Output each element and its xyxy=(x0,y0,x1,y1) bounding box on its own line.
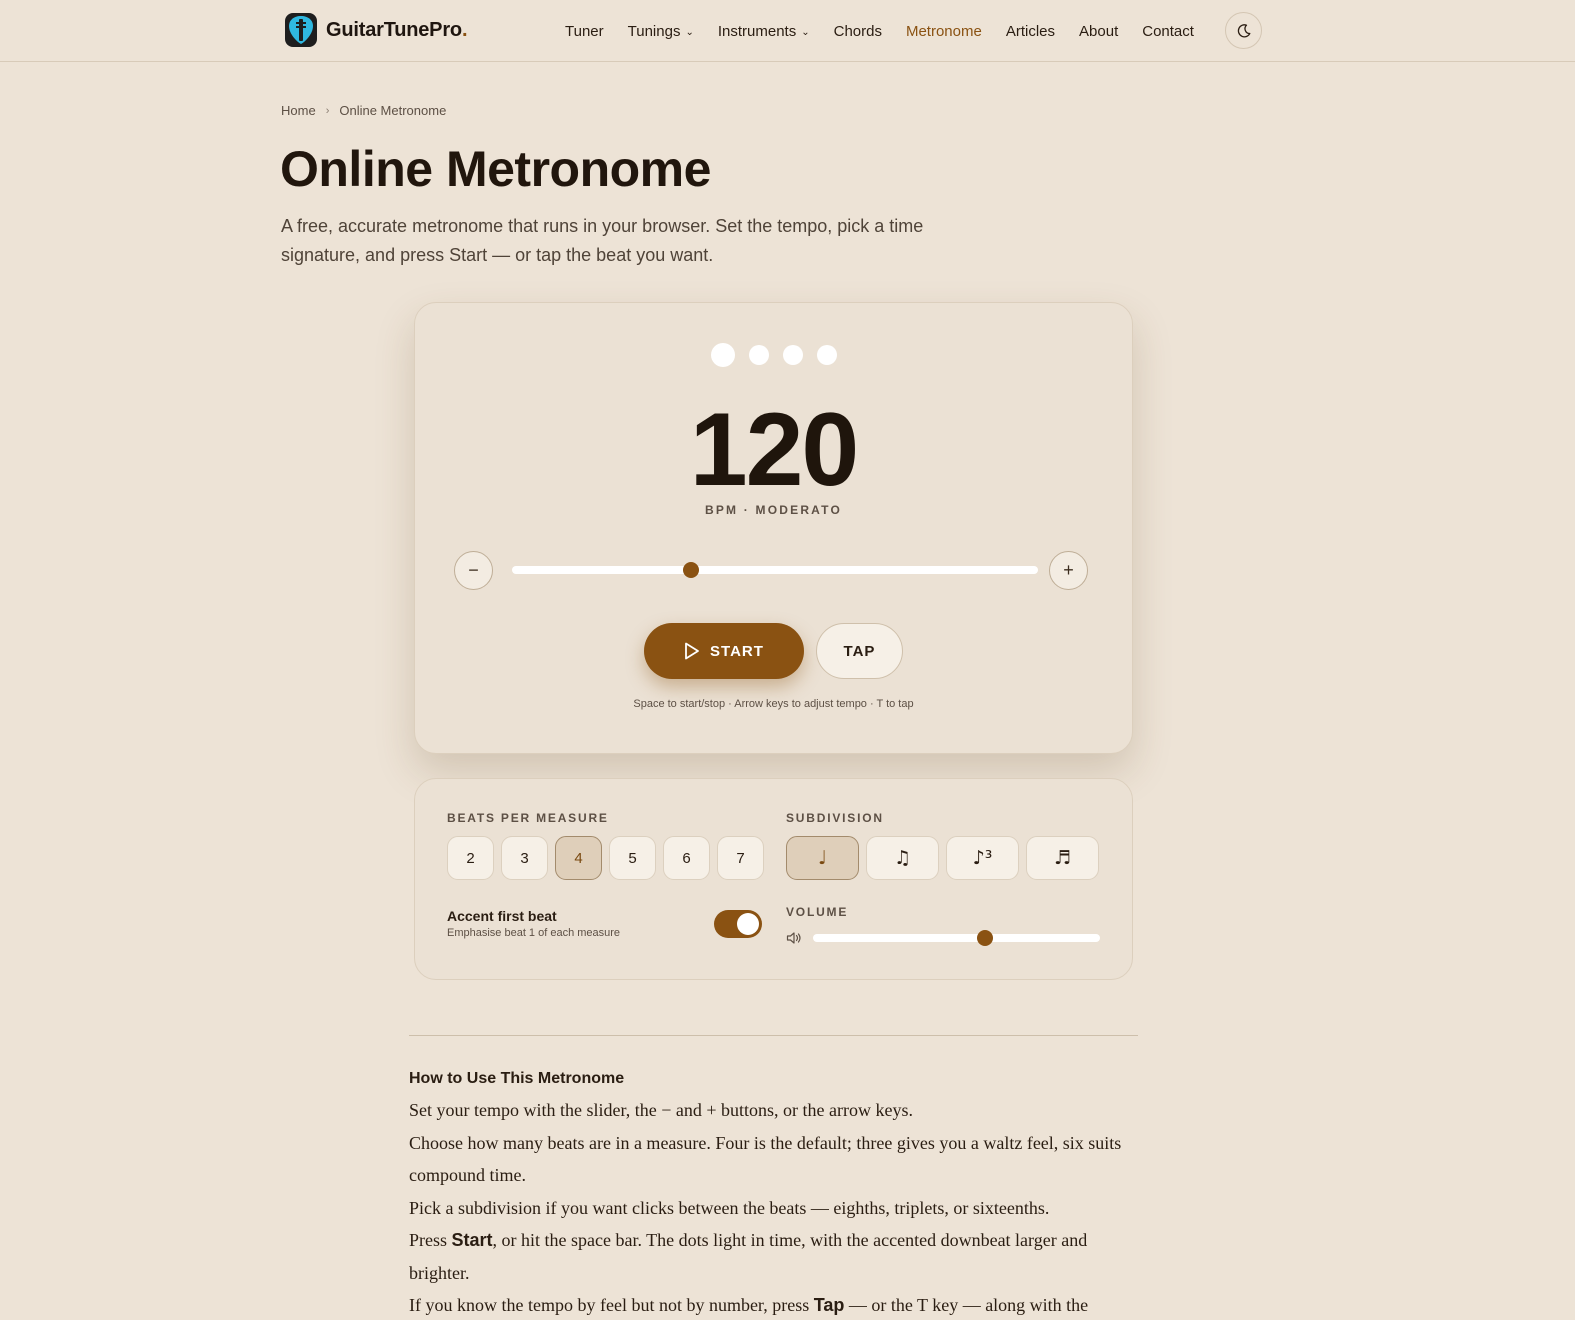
brand-name: GuitarTunePro. xyxy=(326,18,468,41)
speaker-icon xyxy=(786,932,801,944)
bpm-display: 120 xyxy=(689,392,860,508)
beats-option-2[interactable]: 2 xyxy=(447,836,494,880)
chevron-down-icon: ⌄ xyxy=(685,26,694,38)
start-button[interactable]: START xyxy=(644,623,804,679)
accent-first-beat-title: Accent first beat xyxy=(447,908,557,924)
eighth-notes-icon[interactable]: ♫ xyxy=(866,836,939,880)
nav-item-contact[interactable]: Contact xyxy=(1142,23,1194,40)
beats-per-measure-options: 2 3 4 5 6 7 xyxy=(447,836,764,880)
volume-slider-thumb[interactable] xyxy=(977,930,994,946)
breadcrumb-home[interactable]: Home xyxy=(281,103,316,118)
bpm-label: BPM · MODERATO xyxy=(704,503,843,517)
beats-option-5[interactable]: 5 xyxy=(609,836,656,880)
beat-dot-accent xyxy=(710,343,735,367)
how-to-list: Set your tempo with the slider, the − an… xyxy=(409,1094,1144,1320)
site-header: GuitarTunePro. Tuner Tunings ⌄ Instrument… xyxy=(0,0,1575,62)
list-item: Press Start, or hit the space bar. The d… xyxy=(409,1230,1088,1283)
sixteenth-notes-icon[interactable]: ♬ xyxy=(1026,836,1099,880)
guitar-pick-icon xyxy=(285,13,317,47)
tempo-slider[interactable] xyxy=(512,562,1038,578)
beats-option-3[interactable]: 3 xyxy=(501,836,548,880)
list-item: Set your tempo with the slider, the − an… xyxy=(409,1100,913,1120)
accent-first-beat-toggle[interactable] xyxy=(714,910,762,938)
settings-card: BEATS PER MEASURE 2 3 4 5 6 7 SUBDIVISIO… xyxy=(414,778,1133,980)
triplet-icon[interactable]: ♪³ xyxy=(946,836,1019,880)
nav-item-tuner[interactable]: Tuner xyxy=(565,23,604,40)
list-item: Pick a subdivision if you want clicks be… xyxy=(409,1197,1050,1218)
subdivision-options: ♩ ♫ ♪³ ♬ xyxy=(786,836,1099,880)
tap-button-label: TAP xyxy=(843,642,876,660)
nav-item-about[interactable]: About xyxy=(1079,23,1118,40)
nav-item-chords[interactable]: Chords xyxy=(834,23,882,40)
quarter-note-icon[interactable]: ♩ xyxy=(786,836,859,880)
subdivision-label: SUBDIVISION xyxy=(786,811,884,825)
how-to-title: How to Use This Metronome xyxy=(409,1070,625,1087)
minus-icon: − xyxy=(468,560,479,580)
toggle-knob xyxy=(737,913,759,935)
beats-option-4[interactable]: 4 xyxy=(555,836,602,880)
list-item: Choose how many beats are in a measure. … xyxy=(409,1132,1122,1186)
play-icon xyxy=(685,642,699,660)
start-button-label: START xyxy=(710,642,764,660)
page-lead: A free, accurate metronome that runs in … xyxy=(281,216,924,265)
nav-item-tunings[interactable]: Tunings ⌄ xyxy=(628,23,694,40)
decrease-tempo-button[interactable]: − xyxy=(454,551,493,590)
accent-first-beat-description: Emphasise beat 1 of each measure xyxy=(447,927,621,939)
theme-toggle-button[interactable] xyxy=(1225,12,1262,49)
beat-dot xyxy=(782,345,803,365)
tempo-slider-thumb[interactable] xyxy=(682,562,699,578)
metronome-card: 120 BPM · MODERATO − + START TAP Space t… xyxy=(414,302,1133,754)
volume-label: VOLUME xyxy=(786,905,849,919)
breadcrumb-current: Online Metronome xyxy=(339,103,447,118)
plus-icon: + xyxy=(1063,560,1074,580)
nav-item-instruments[interactable]: Instruments ⌄ xyxy=(718,23,810,40)
page-title: Online Metronome xyxy=(280,141,711,197)
beat-dot xyxy=(816,345,837,365)
brand-logo[interactable]: GuitarTunePro. xyxy=(285,13,468,47)
beats-option-7[interactable]: 7 xyxy=(717,836,764,880)
beats-option-6[interactable]: 6 xyxy=(663,836,710,880)
tap-button[interactable]: TAP xyxy=(816,623,903,679)
list-item: If you know the tempo by feel but not by… xyxy=(409,1295,1089,1315)
beats-per-measure-label: BEATS PER MEASURE xyxy=(447,811,609,825)
nav-item-metronome[interactable]: Metronome xyxy=(906,23,982,40)
keyboard-hint: Space to start/stop · Arrow keys to adju… xyxy=(633,698,914,710)
nav-item-articles[interactable]: Articles xyxy=(1006,23,1055,40)
increase-tempo-button[interactable]: + xyxy=(1049,551,1088,590)
chevron-down-icon: ⌄ xyxy=(801,26,810,38)
volume-slider[interactable] xyxy=(813,930,1100,946)
breadcrumb: Home › Online Metronome xyxy=(281,103,446,118)
section-divider xyxy=(409,1035,1138,1036)
chevron-right-icon: › xyxy=(325,104,330,117)
moon-icon xyxy=(1237,23,1250,37)
beat-dot xyxy=(748,345,769,365)
main-nav: Tuner Tunings ⌄ Instruments ⌄ Chords Metro… xyxy=(565,0,1194,62)
beat-indicator xyxy=(415,343,1132,367)
